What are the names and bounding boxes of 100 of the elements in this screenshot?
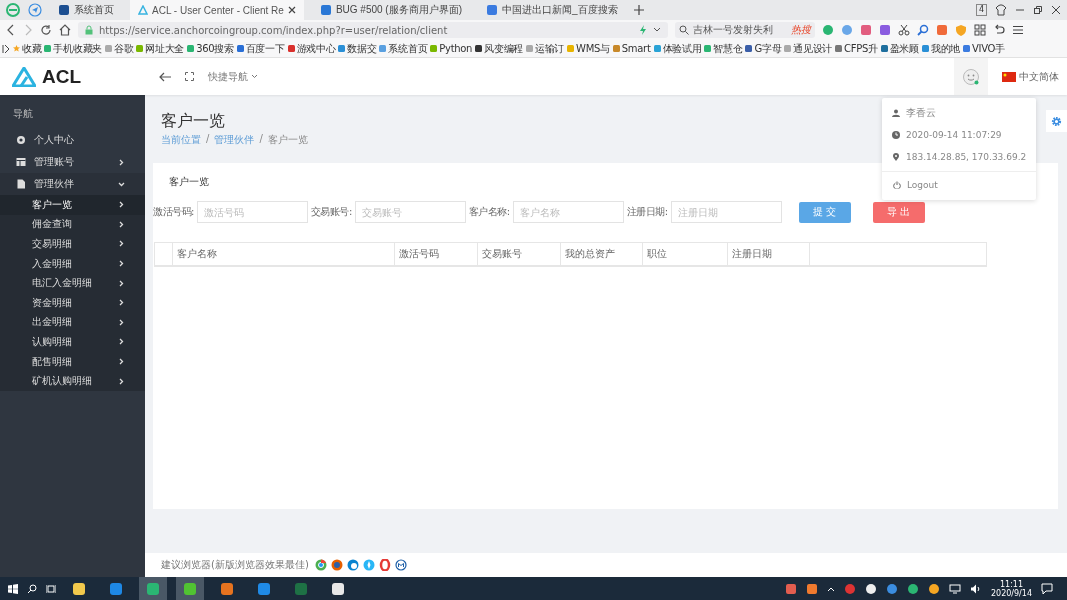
chevron-right-icon [118,318,125,326]
windows-start-icon[interactable] [8,583,18,594]
sidebar-item[interactable]: 配售明细 [0,351,145,372]
tab-count[interactable]: 4 [975,4,987,16]
sidebar-item[interactable]: 个人中心 [0,129,145,151]
search-field[interactable]: 吉林一号发射失利 热搜 [675,22,815,38]
grid-icon[interactable] [974,24,986,36]
input-field[interactable]: 客户名称 [512,201,624,223]
bookmark[interactable]: 通见设计 [784,41,833,56]
m-letter-icon[interactable] [394,559,407,571]
bookmark[interactable]: G字母 [745,41,782,56]
bookmark[interactable]: 游戏中心 [287,41,336,56]
sidebar-item[interactable]: 管理账号 [0,151,145,173]
sidebar-item[interactable]: 资金明细 [0,292,145,313]
home-icon[interactable] [59,24,71,36]
browser-tab[interactable]: ACL - User Center - Client Re [130,0,304,20]
sidebar-item[interactable]: 入金明细 [0,253,145,274]
sidebar-item[interactable]: 电汇入金明细 [0,273,145,293]
scissors-icon[interactable] [898,24,910,36]
bookmark[interactable]: 我的地 [921,41,960,56]
bookmark[interactable]: 谷歌 [104,41,134,56]
tray-app-icon[interactable] [805,582,818,595]
site-icon [379,45,387,52]
shirt-icon[interactable] [995,4,1007,16]
network-icon[interactable] [948,583,961,594]
chevron-down-icon [118,180,125,188]
undo-icon[interactable] [993,24,1005,36]
back-arrow-icon[interactable] [159,71,171,82]
address-bar[interactable]: https://service.anchorcoingroup.com/index.php?r=user/relation/client [78,22,668,38]
send-icon[interactable] [28,3,42,17]
bookmark[interactable]: WMS与 [567,41,610,56]
language-selector[interactable]: 中文简体 [1002,69,1067,84]
tray-app-icon[interactable] [927,582,940,595]
logout-link[interactable]: Logout [882,174,1037,196]
bookmark[interactable]: 收藏 [13,41,42,56]
bookmark[interactable]: 手机收藏夹 [44,41,102,56]
breadcrumb-current: 客户一览 [267,133,308,147]
input-field[interactable]: 交易账号 [354,201,466,223]
app-icon[interactable] [257,581,271,596]
browser-tab[interactable]: 系统首页 [50,0,122,20]
sidebar-toggle-icon[interactable] [2,43,10,54]
bookmark[interactable]: Python [430,43,473,54]
close-icon[interactable] [1051,5,1061,15]
swirl-icon[interactable] [346,559,359,571]
site-icon [136,45,144,52]
chrome-icon[interactable] [314,559,327,571]
quick-nav-dropdown[interactable]: 快捷导航 [208,69,258,84]
bookmark[interactable]: 体验试用 [653,41,702,56]
bookmark[interactable]: 数据交 [338,41,377,56]
power-icon [893,181,901,189]
input-field[interactable]: 激活号码 [196,201,308,223]
bookmark[interactable]: VIVO手 [962,41,1005,56]
taskbar-clock[interactable]: 11:11 2020/9/14 [990,579,1032,598]
app-icon[interactable] [220,581,234,596]
chevron-up-icon[interactable] [826,585,835,592]
user-info-text: 李香云 [882,102,1037,124]
bookmark[interactable]: 百度一下 [236,41,285,56]
document-icon [16,179,26,189]
settings-icon [1051,115,1062,127]
close-icon[interactable] [287,6,296,14]
bookmark[interactable]: 网址大全 [136,41,185,56]
new-tab-icon[interactable] [633,5,644,15]
bookmark[interactable]: 盈米顾 [880,41,919,56]
extension-icon[interactable] [860,24,872,36]
reload-icon[interactable] [40,24,52,36]
bookmark[interactable]: 智慧仓 [704,41,743,56]
table-icon [16,157,26,167]
bookmark[interactable]: CFPS升 [835,41,878,56]
site-icon [236,45,244,52]
speaker-icon[interactable] [969,583,982,594]
extension-icon[interactable] [879,24,891,36]
notification-icon[interactable] [1041,582,1053,595]
sidebar-item[interactable]: 客户一览 [0,195,145,215]
site-icon [486,4,499,16]
sidebar-item[interactable]: 认购明细 [0,332,145,352]
browser-tab[interactable]: 中国进出口新闻_百度搜索 [478,0,626,20]
globe-icon[interactable] [330,559,343,571]
bookmark[interactable]: 系统首页 [379,41,428,56]
browser-tab[interactable]: BUG #500 (服务商用户界面) [311,0,471,20]
o-letter-icon[interactable] [378,559,391,571]
settings-button[interactable] [1046,110,1067,132]
back-icon[interactable] [6,24,16,36]
bookmark[interactable]: 360搜索 [187,41,234,56]
bookmark[interactable]: 风变编程 [475,41,523,56]
sidebar-item[interactable]: 佣金查询 [0,214,145,235]
bookmark[interactable]: 运输订 [525,41,565,56]
sidebar-item[interactable]: 出金明细 [0,312,145,333]
restore-icon[interactable] [1033,5,1043,15]
search-icon[interactable] [27,583,37,594]
fullscreen-icon[interactable] [185,72,194,81]
site-icon [44,45,52,52]
sidebar-item[interactable]: 交易明细 [0,234,145,254]
menu-icon[interactable] [1012,24,1024,36]
sidebar-item[interactable]: 管理伙伴 [0,173,145,195]
task-view-icon[interactable] [46,583,56,594]
bookmark[interactable]: Smart [612,43,651,54]
tray-app-icon[interactable] [906,582,919,595]
tray-app-icon[interactable] [864,582,877,595]
sidebar-item[interactable]: 矿机认购明细 [0,371,145,391]
breadcrumb-separator: / [259,133,263,146]
